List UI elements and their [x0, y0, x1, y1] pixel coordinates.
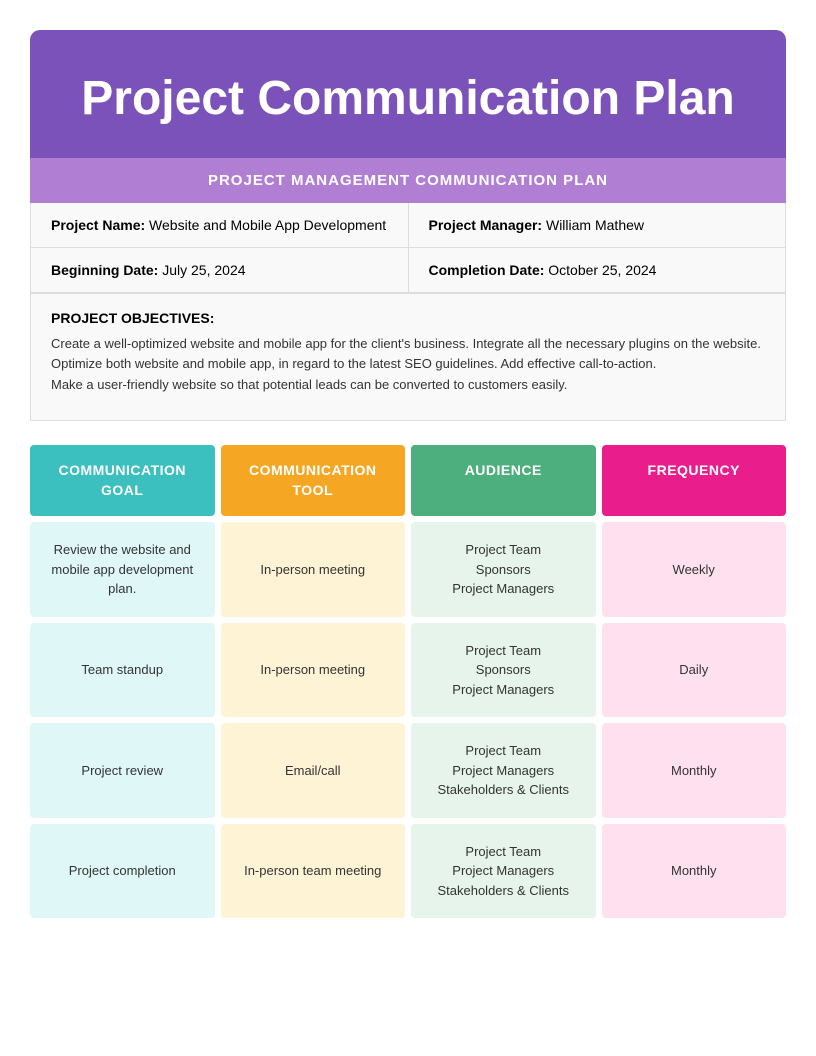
td-frequency-1: Weekly: [602, 522, 787, 617]
completion-date-value: October 25, 2024: [548, 262, 656, 278]
page-title: Project Communication Plan: [60, 70, 756, 128]
subtitle-bar: PROJECT MANAGEMENT COMMUNICATION PLAN: [30, 158, 786, 203]
td-tool-4: In-person team meeting: [221, 824, 406, 919]
th-audience: AUDIENCE: [411, 445, 596, 516]
header-banner: Project Communication Plan: [30, 30, 786, 158]
td-goal-2: Team standup: [30, 623, 215, 718]
table-row: Review the website and mobile app develo…: [30, 522, 786, 617]
subtitle-text: PROJECT MANAGEMENT COMMUNICATION PLAN: [208, 172, 608, 189]
objectives-text: Create a well-optimized website and mobi…: [51, 334, 765, 396]
th-goal: COMMUNICATION GOAL: [30, 445, 215, 516]
info-grid: Project Name: Website and Mobile App Dev…: [30, 203, 786, 294]
td-audience-1: Project TeamSponsorsProject Managers: [411, 522, 596, 617]
td-tool-3: Email/call: [221, 723, 406, 818]
td-goal-1: Review the website and mobile app develo…: [30, 522, 215, 617]
objectives-box: PROJECT OBJECTIVES: Create a well-optimi…: [30, 294, 786, 421]
page: Project Communication Plan PROJECT MANAG…: [0, 0, 816, 1056]
td-frequency-2: Daily: [602, 623, 787, 718]
project-name-cell: Project Name: Website and Mobile App Dev…: [31, 203, 409, 247]
project-manager-label: Project Manager:: [429, 217, 543, 233]
beginning-date-cell: Beginning Date: July 25, 2024: [31, 248, 409, 292]
td-audience-3: Project TeamProject ManagersStakeholders…: [411, 723, 596, 818]
completion-date-cell: Completion Date: October 25, 2024: [409, 248, 786, 292]
beginning-date-label: Beginning Date:: [51, 262, 158, 278]
beginning-date-value: July 25, 2024: [162, 262, 245, 278]
th-frequency: FREQUENCY: [602, 445, 787, 516]
project-name-value: Website and Mobile App Development: [149, 217, 386, 233]
project-manager-value: William Mathew: [546, 217, 644, 233]
info-row-2: Beginning Date: July 25, 2024 Completion…: [31, 248, 785, 293]
table-row: Project completion In-person team meetin…: [30, 824, 786, 919]
info-row-1: Project Name: Website and Mobile App Dev…: [31, 203, 785, 248]
th-tool: COMMUNICATION TOOL: [221, 445, 406, 516]
table-row: Team standup In-person meeting Project T…: [30, 623, 786, 718]
project-name-label: Project Name:: [51, 217, 145, 233]
td-goal-3: Project review: [30, 723, 215, 818]
objectives-title: PROJECT OBJECTIVES:: [51, 310, 765, 326]
communication-table: COMMUNICATION GOAL COMMUNICATION TOOL AU…: [30, 445, 786, 918]
completion-date-label: Completion Date:: [429, 262, 545, 278]
td-tool-1: In-person meeting: [221, 522, 406, 617]
td-frequency-3: Monthly: [602, 723, 787, 818]
table-header-row: COMMUNICATION GOAL COMMUNICATION TOOL AU…: [30, 445, 786, 516]
table-row: Project review Email/call Project TeamPr…: [30, 723, 786, 818]
td-tool-2: In-person meeting: [221, 623, 406, 718]
project-manager-cell: Project Manager: William Mathew: [409, 203, 786, 247]
td-audience-2: Project TeamSponsorsProject Managers: [411, 623, 596, 718]
td-audience-4: Project TeamProject ManagersStakeholders…: [411, 824, 596, 919]
td-frequency-4: Monthly: [602, 824, 787, 919]
td-goal-4: Project completion: [30, 824, 215, 919]
